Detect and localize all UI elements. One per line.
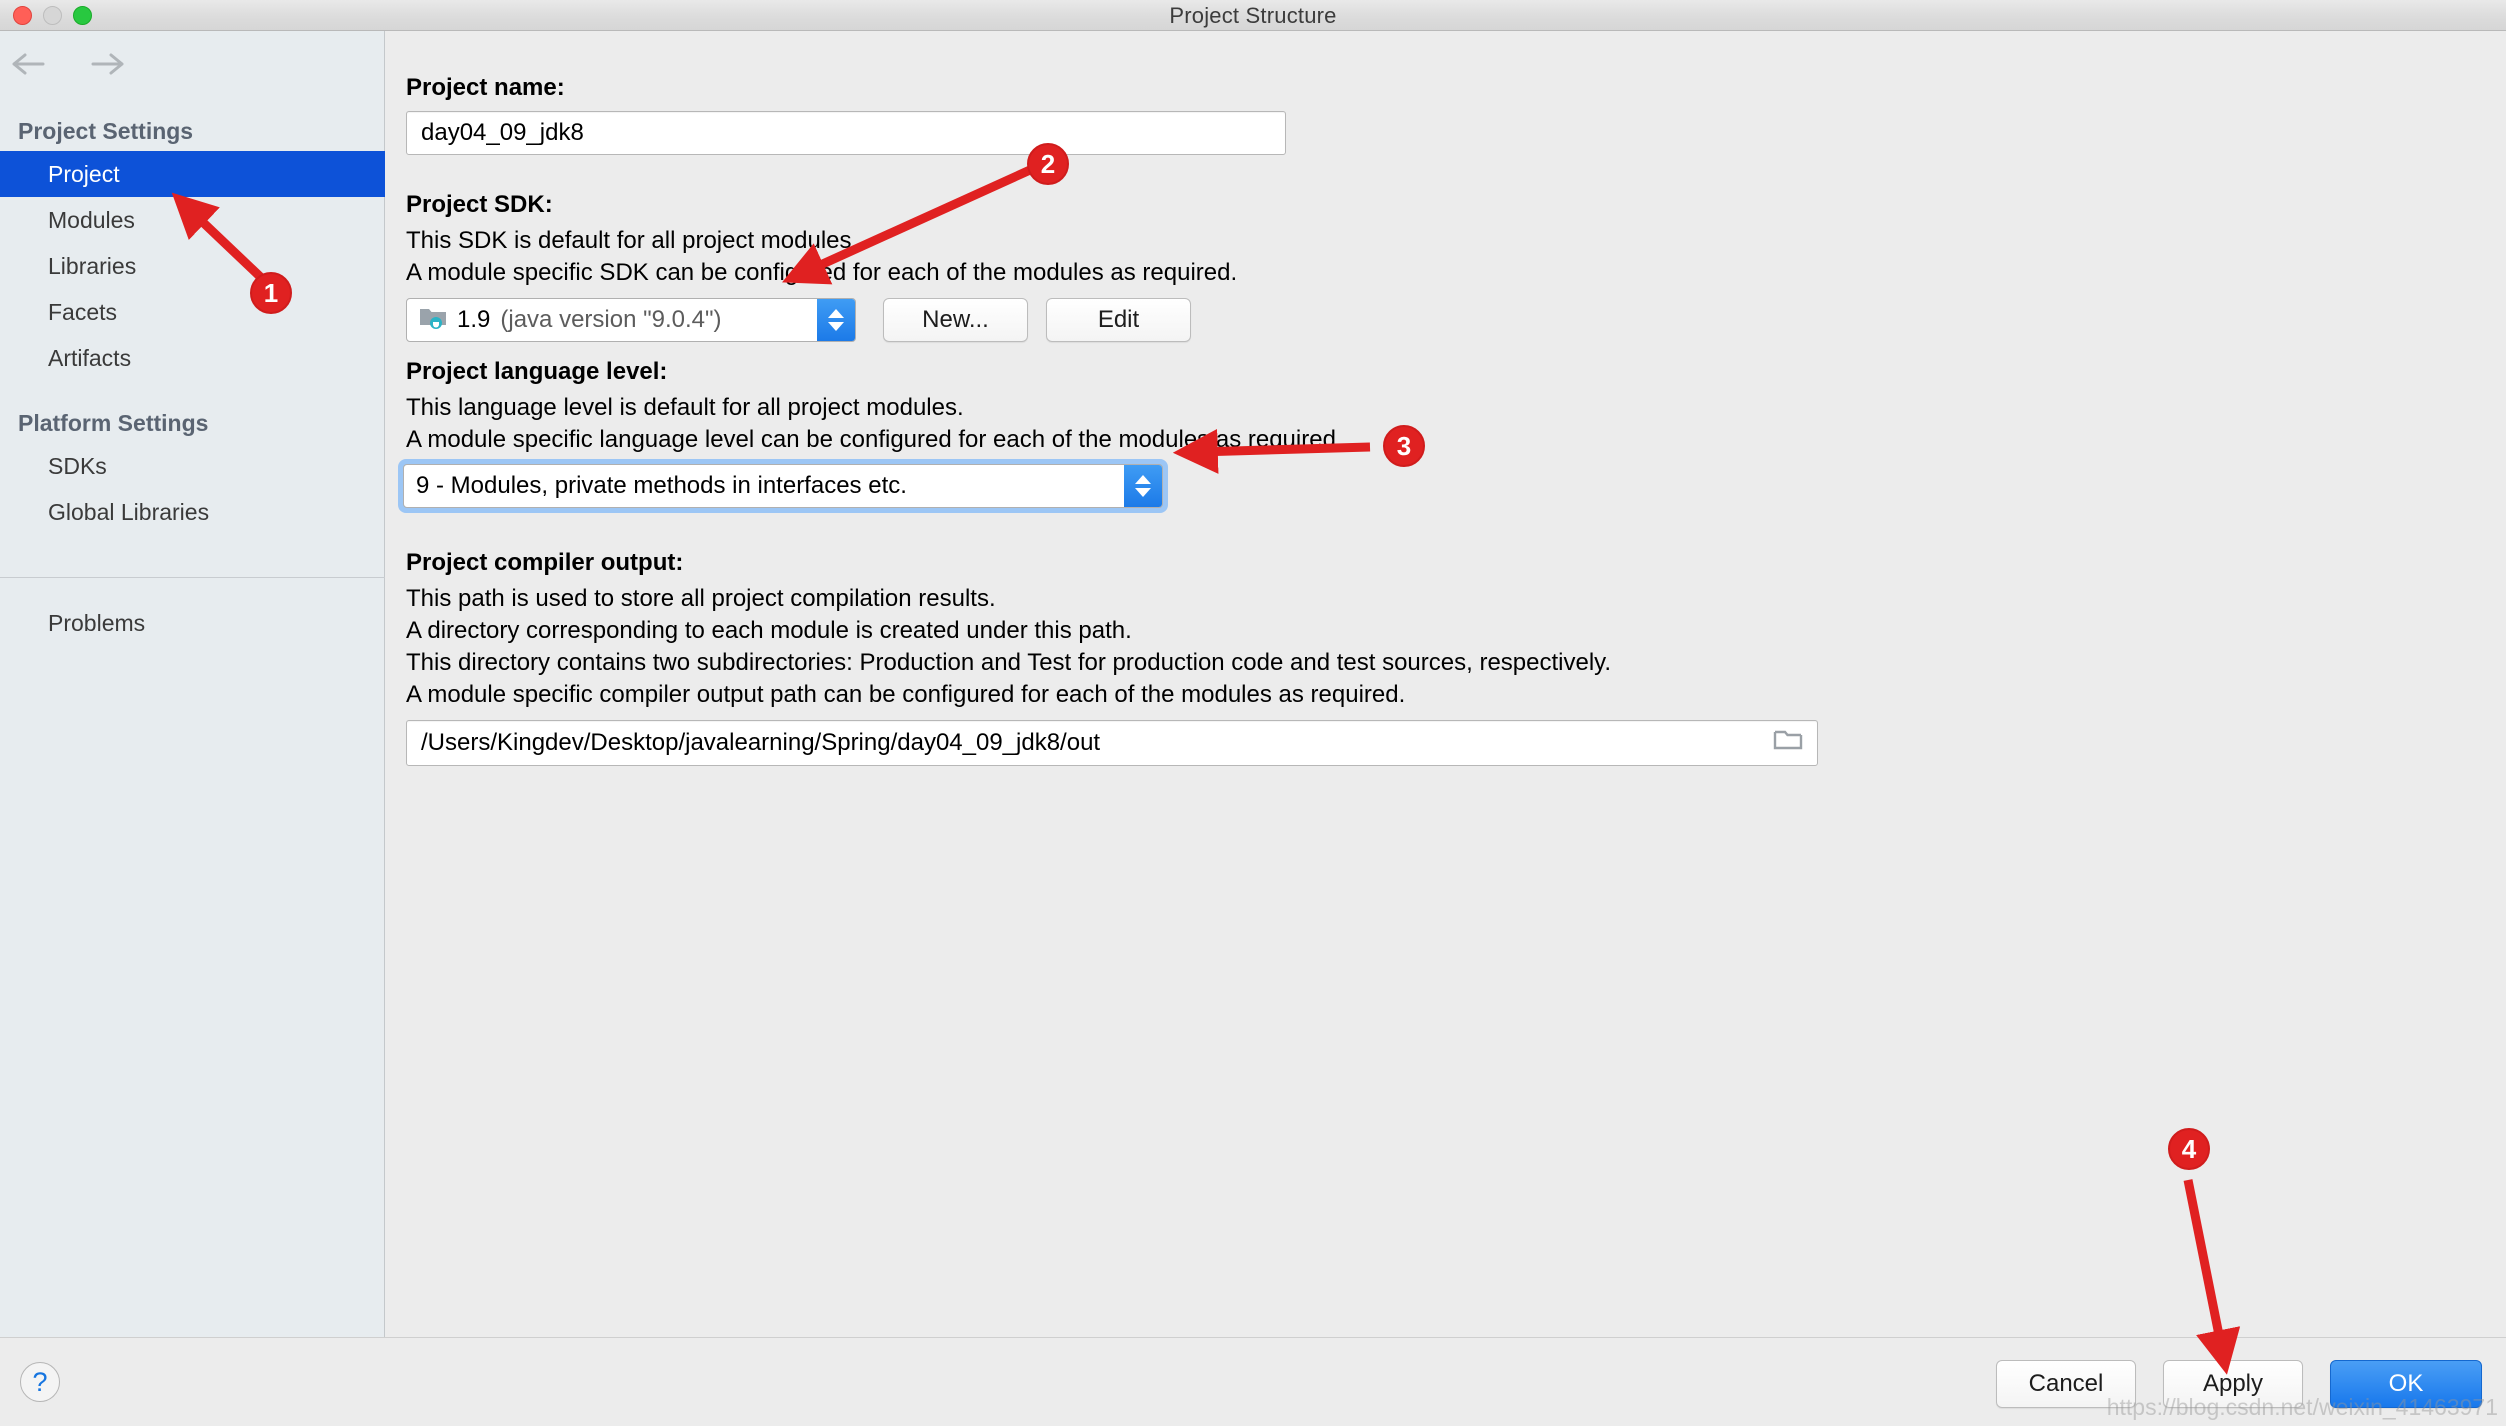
- sidebar-divider: [0, 577, 385, 578]
- folder-browse-icon[interactable]: [1773, 728, 1803, 759]
- compiler-output-description-line-4: A module specific compiler output path c…: [406, 681, 1406, 708]
- question-mark-icon[interactable]: ?: [20, 1362, 60, 1402]
- project-sdk-combo[interactable]: 1.9 (java version "9.0.4"): [406, 298, 856, 342]
- project-sdk-version: 1.9: [457, 306, 491, 333]
- dialog-footer: ? Cancel Apply OK https://blog.csdn.net/…: [0, 1337, 2506, 1426]
- settings-sidebar: Project Settings Project Modules Librari…: [0, 31, 385, 1337]
- window-title: Project Structure: [1169, 3, 1337, 28]
- chevron-down-icon: [1135, 488, 1151, 497]
- sidebar-item-facets[interactable]: Facets: [0, 289, 385, 335]
- sidebar-heading-platform-settings: Platform Settings: [18, 410, 209, 436]
- annotation-badge-1: 1: [250, 272, 292, 314]
- compiler-output-path-field[interactable]: /Users/Kingdev/Desktop/javalearning/Spri…: [406, 720, 1818, 766]
- java-sdk-folder-icon: [419, 305, 447, 336]
- project-sdk-description-line-2: A module specific SDK can be configured …: [406, 259, 1238, 286]
- language-level-label: Project language level:: [406, 358, 668, 385]
- title-bar: Project Structure: [0, 0, 2506, 31]
- language-level-focus-ring: 9 - Modules, private methods in interfac…: [398, 459, 1168, 513]
- sidebar-item-problems[interactable]: Problems: [0, 600, 385, 646]
- project-sdk-stepper[interactable]: [817, 299, 855, 341]
- sidebar-item-modules[interactable]: Modules: [0, 197, 385, 243]
- compiler-output-description-line-3: This directory contains two subdirectori…: [406, 649, 1612, 676]
- project-sdk-label: Project SDK:: [406, 191, 553, 218]
- annotation-badge-2: 2: [1027, 143, 1069, 185]
- project-structure-window: Project Structure Project Settings Proje…: [0, 0, 2506, 1426]
- language-level-description-line-1: This language level is default for all p…: [406, 394, 964, 421]
- compiler-output-description-line-2: A directory corresponding to each module…: [406, 617, 1132, 644]
- language-level-value: 9 - Modules, private methods in interfac…: [416, 472, 907, 499]
- sidebar-item-libraries[interactable]: Libraries: [0, 243, 385, 289]
- new-sdk-button[interactable]: New...: [883, 298, 1028, 342]
- annotation-badge-4: 4: [2168, 1128, 2210, 1170]
- annotation-badge-3: 3: [1383, 425, 1425, 467]
- compiler-output-path-value: /Users/Kingdev/Desktop/javalearning/Spri…: [421, 729, 1101, 756]
- sidebar-heading-project-settings: Project Settings: [18, 118, 194, 144]
- navigation-buttons: [12, 51, 124, 77]
- language-level-stepper[interactable]: [1124, 465, 1162, 507]
- compiler-output-label: Project compiler output:: [406, 549, 684, 576]
- project-sdk-detail: (java version "9.0.4"): [500, 306, 722, 333]
- chevron-up-icon: [828, 309, 844, 318]
- sidebar-item-artifacts[interactable]: Artifacts: [0, 335, 385, 381]
- project-name-input[interactable]: day04_09_jdk8: [406, 111, 1286, 155]
- chevron-up-icon: [1135, 475, 1151, 484]
- edit-sdk-button[interactable]: Edit: [1046, 298, 1191, 342]
- sidebar-item-global-libraries[interactable]: Global Libraries: [0, 489, 385, 535]
- language-level-description-line-2: A module specific language level can be …: [406, 426, 1343, 453]
- project-name-label: Project name:: [406, 74, 565, 101]
- sidebar-item-sdks[interactable]: SDKs: [0, 443, 385, 489]
- arrow-left-icon[interactable]: [12, 51, 48, 77]
- watermark-text: https://blog.csdn.net/weixin_41463971: [2106, 1394, 2498, 1420]
- arrow-right-icon[interactable]: [88, 51, 124, 77]
- sidebar-item-project[interactable]: Project: [0, 151, 385, 197]
- language-level-combo[interactable]: 9 - Modules, private methods in interfac…: [403, 464, 1163, 508]
- compiler-output-description-line-1: This path is used to store all project c…: [406, 585, 996, 612]
- project-sdk-description-line-1: This SDK is default for all project modu…: [406, 227, 852, 254]
- chevron-down-icon: [828, 322, 844, 331]
